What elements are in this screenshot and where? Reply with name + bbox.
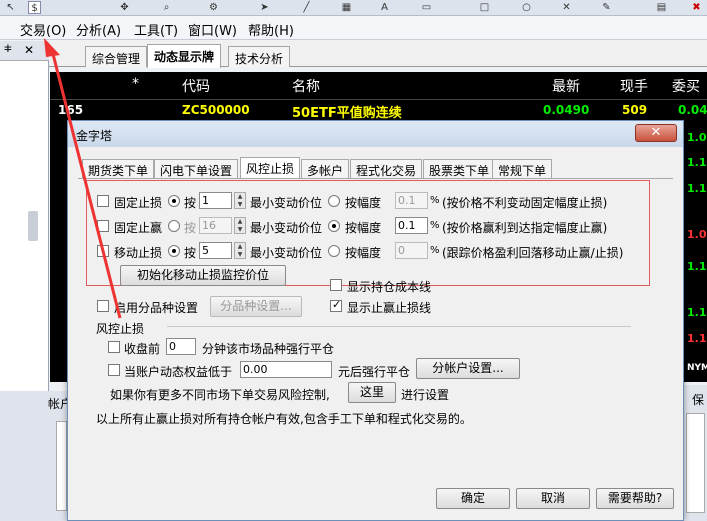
annotation-arrow bbox=[44, 38, 122, 319]
arrow-head bbox=[44, 38, 60, 57]
arrow-shaft bbox=[50, 49, 122, 319]
